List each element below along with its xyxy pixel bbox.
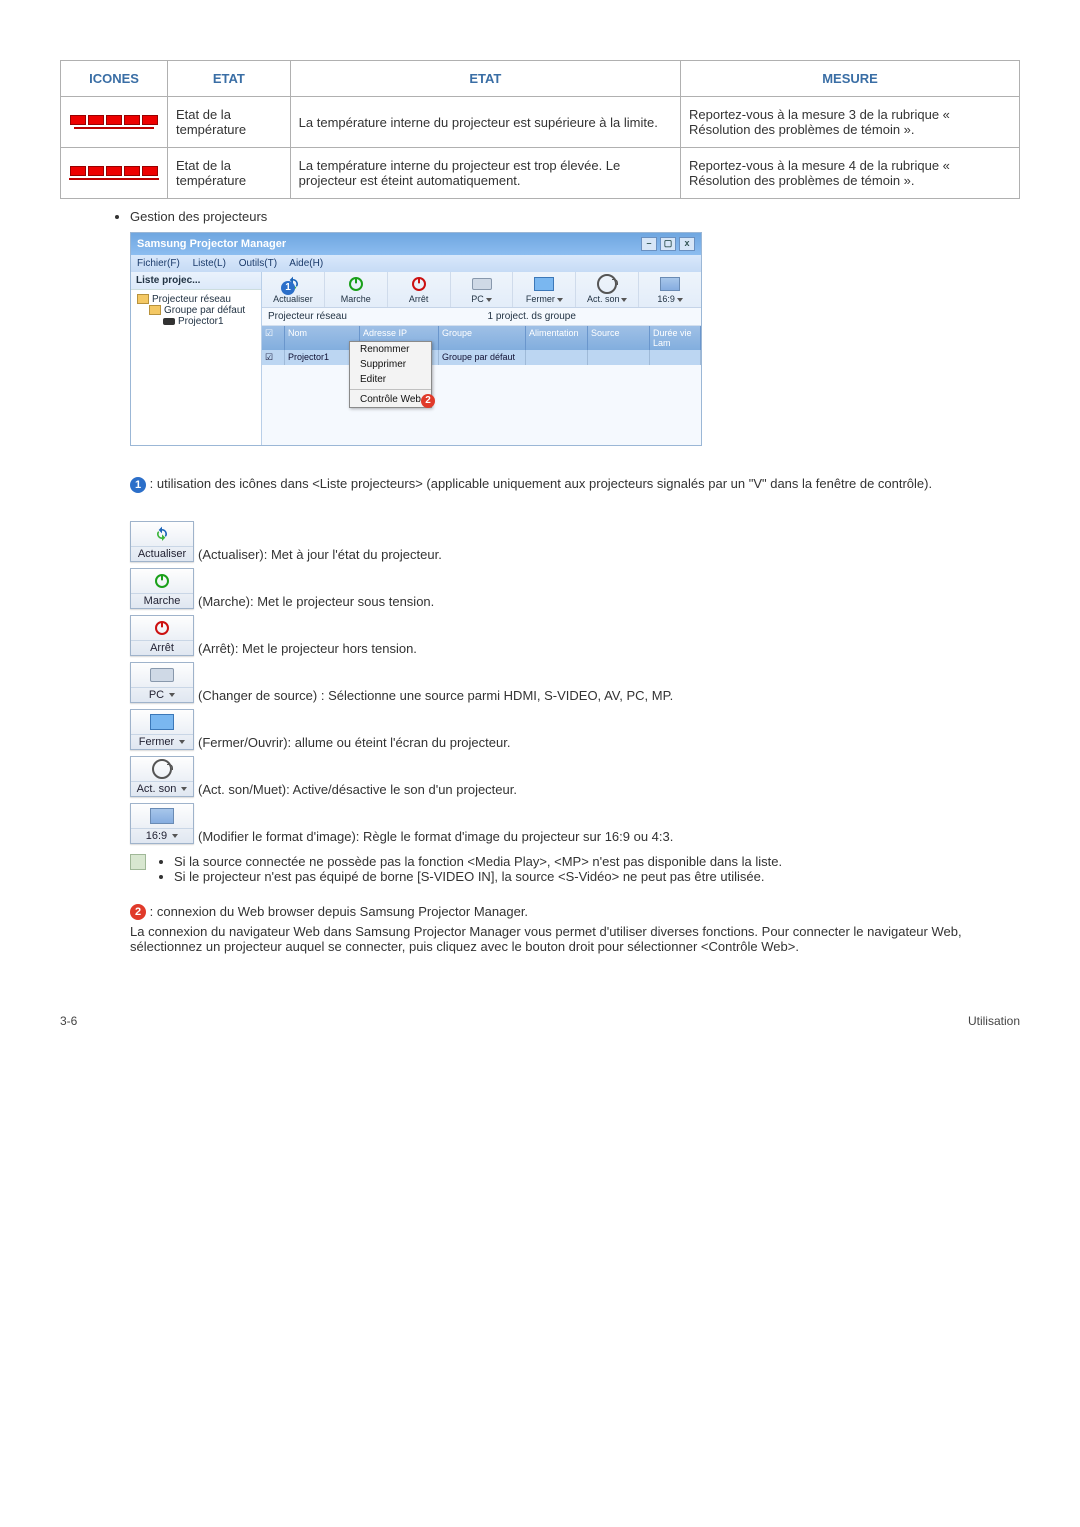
toolbar-sound[interactable]: Act. son (576, 272, 639, 307)
th-etat2: ETAT (290, 61, 680, 97)
ctx-web[interactable]: Contrôle Web (350, 389, 431, 407)
callout-2-badge: 2 (130, 904, 146, 920)
btn-on[interactable]: Marche (130, 568, 194, 609)
cell-mesure: Reportez-vous à la mesure 3 de la rubriq… (681, 97, 1020, 148)
cell-etat2: La température interne du projecteur est… (290, 97, 680, 148)
btn-aspect[interactable]: 16:9 (130, 803, 194, 844)
context-menu[interactable]: Renommer Supprimer Editer Contrôle Web (349, 341, 432, 408)
close-icon[interactable]: x (679, 237, 695, 251)
callout-1-paragraph: 1 : utilisation des icônes dans <Liste p… (130, 476, 1020, 493)
callout-2-icon: 2 (421, 394, 435, 408)
app-title: Samsung Projector Manager (137, 238, 286, 250)
toolbar-source[interactable]: PC (451, 272, 514, 307)
callout-2-head: 2 : connexion du Web browser depuis Sams… (130, 904, 1020, 921)
callout-1-icon: 1 (281, 281, 295, 295)
led-icon-critical (69, 166, 159, 176)
callout-1-badge: 1 (130, 477, 146, 493)
tree-node-projector[interactable]: Projector1 (135, 316, 257, 327)
table-row: Etat de la température La température in… (61, 97, 1020, 148)
footer-left: 3-6 (60, 1014, 77, 1028)
btn-refresh[interactable]: Actualiser (130, 521, 194, 562)
menu-bar[interactable]: Fichier(F) Liste(L) Outils(T) Aide(H) (131, 255, 701, 272)
txt-aspect: (Modifier le format d'image): Règle le f… (198, 829, 673, 844)
tree-node-group[interactable]: Groupe par défaut (135, 305, 257, 316)
txt-refresh: (Actualiser): Met à jour l'état du proje… (198, 547, 442, 562)
minimize-icon[interactable]: – (641, 237, 657, 251)
menu-list[interactable]: Liste(L) (193, 258, 226, 269)
cell-mesure: Reportez-vous à la mesure 4 de la rubriq… (681, 148, 1020, 199)
cell-etat2: La température interne du projecteur est… (290, 148, 680, 199)
ctx-delete[interactable]: Supprimer (350, 357, 431, 372)
txt-on: (Marche): Met le projecteur sous tension… (198, 594, 434, 609)
txt-source: (Changer de source) : Sélectionne une so… (198, 688, 673, 703)
btn-close[interactable]: Fermer (130, 709, 194, 750)
title-bar: Samsung Projector Manager – ▢ x (131, 233, 701, 255)
grid-row[interactable]: ☑ Projector1 217.141.2.200 Groupe par dé… (262, 350, 701, 365)
note-icon (130, 854, 146, 870)
sidebar-header: Liste projec... (131, 272, 261, 290)
cell-etat1: Etat de la température (168, 97, 291, 148)
tree-node-network[interactable]: Projecteur réseau (135, 294, 257, 305)
txt-close: (Fermer/Ouvrir): allume ou éteint l'écra… (198, 735, 510, 750)
menu-tools[interactable]: Outils(T) (239, 258, 277, 269)
grid-header: ☑ Nom Adresse IP Groupe Alimentation Sou… (262, 326, 701, 350)
sidebar: Liste projec... Projecteur réseau Groupe… (131, 272, 262, 445)
menu-help[interactable]: Aide(H) (289, 258, 323, 269)
btn-source[interactable]: PC (130, 662, 194, 703)
app-screenshot: Samsung Projector Manager – ▢ x Fichier(… (130, 232, 702, 446)
ctx-edit[interactable]: Editer (350, 372, 431, 387)
footer-right: Utilisation (968, 1014, 1020, 1028)
th-icones: ICONES (61, 61, 168, 97)
txt-sound: (Act. son/Muet): Active/désactive le son… (198, 782, 517, 797)
led-icon-warning (69, 115, 159, 125)
ctx-rename[interactable]: Renommer (350, 342, 431, 357)
menu-file[interactable]: Fichier(F) (137, 258, 180, 269)
toolbar-close[interactable]: Fermer (513, 272, 576, 307)
toolbar: Actualiser Marche Arrêt PC Fermer Act. s… (262, 272, 701, 308)
status-right: 1 project. ds groupe (482, 308, 702, 325)
toolbar-on[interactable]: Marche (325, 272, 388, 307)
txt-off: (Arrêt): Met le projecteur hors tension. (198, 641, 417, 656)
note-2: Si le projecteur n'est pas équipé de bor… (174, 869, 782, 884)
note-box: Si la source connectée ne possède pas la… (130, 854, 1020, 884)
section-heading: Gestion des projecteurs (130, 209, 1020, 224)
btn-sound[interactable]: Act. son (130, 756, 194, 797)
status-table: ICONES ETAT ETAT MESURE Etat de la tempé… (60, 60, 1020, 199)
th-mesure: MESURE (681, 61, 1020, 97)
toolbar-off[interactable]: Arrêt (388, 272, 451, 307)
btn-off[interactable]: Arrêt (130, 615, 194, 656)
th-etat1: ETAT (168, 61, 291, 97)
maximize-icon[interactable]: ▢ (660, 237, 676, 251)
callout-2-body: La connexion du navigateur Web dans Sams… (130, 924, 1020, 954)
status-left: Projecteur réseau (262, 308, 482, 325)
table-row: Etat de la température La température in… (61, 148, 1020, 199)
toolbar-aspect[interactable]: 16:9 (639, 272, 701, 307)
cell-etat1: Etat de la température (168, 148, 291, 199)
note-1: Si la source connectée ne possède pas la… (174, 854, 782, 869)
